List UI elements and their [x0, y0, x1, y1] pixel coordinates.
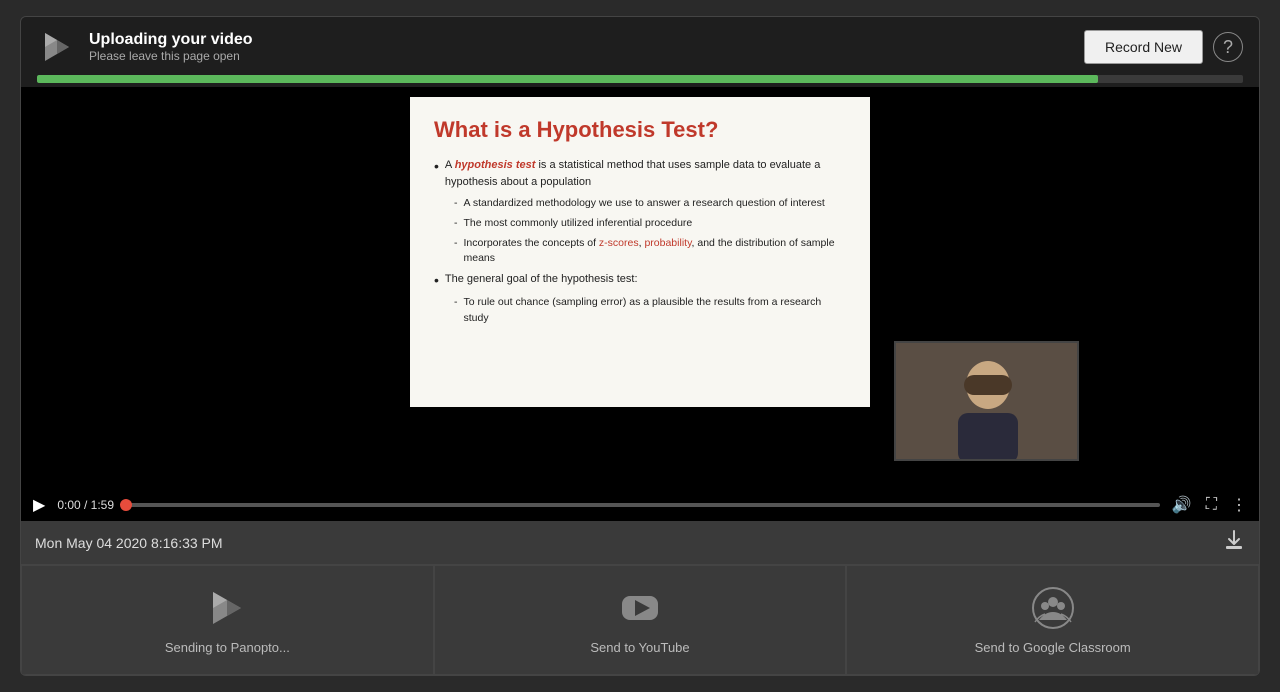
volume-button[interactable]: 🔊 — [1172, 495, 1192, 515]
slide-sub-1: ‐ A standardized methodology we use to a… — [454, 196, 846, 212]
upload-title: Uploading your video — [89, 31, 253, 49]
slide-bullet-1: • A hypothesis test is a statistical met… — [434, 157, 846, 190]
panopto-share-icon — [205, 586, 249, 630]
seek-bar[interactable] — [126, 503, 1160, 507]
slide-container: What is a Hypothesis Test? • A hypothesi… — [410, 97, 870, 407]
fullscreen-button[interactable]: ⛶ — [1206, 496, 1217, 514]
header-left: Uploading your video Please leave this p… — [37, 27, 253, 67]
filename-bar: Mon May 04 2020 8:16:33 PM — [21, 521, 1259, 565]
panopto-label: Sending to Panopto... — [165, 640, 290, 655]
upload-progress-bar — [37, 75, 1243, 83]
download-button[interactable] — [1223, 529, 1245, 557]
header-text: Uploading your video Please leave this p… — [89, 31, 253, 63]
video-controls: ▶ 0:00 / 1:59 🔊 ⛶ ⋮ — [21, 489, 1259, 521]
slide-sub-2: ‐ The most commonly utilized inferential… — [454, 216, 846, 232]
slide-sub-4: ‐ To rule out chance (sampling error) as… — [454, 295, 846, 327]
header: Uploading your video Please leave this p… — [21, 17, 1259, 87]
youtube-label: Send to YouTube — [590, 640, 689, 655]
record-new-button[interactable]: Record New — [1084, 30, 1203, 64]
slide-content: • A hypothesis test is a statistical met… — [434, 157, 846, 327]
google-classroom-label: Send to Google Classroom — [975, 640, 1131, 655]
webcam-person — [896, 343, 1077, 459]
share-card-panopto[interactable]: Sending to Panopto... — [21, 565, 434, 675]
bottom-section: Mon May 04 2020 8:16:33 PM Sending to Pa… — [21, 521, 1259, 675]
share-row: Sending to Panopto... Send to YouTube — [21, 565, 1259, 675]
app-window: Uploading your video Please leave this p… — [20, 16, 1260, 676]
time-display: 0:00 / 1:59 — [57, 498, 114, 512]
play-button[interactable]: ▶ — [33, 495, 45, 515]
control-icons: 🔊 ⛶ ⋮ — [1172, 495, 1247, 515]
slide-title: What is a Hypothesis Test? — [434, 117, 846, 143]
help-icon-button[interactable]: ? — [1213, 32, 1243, 62]
webcam-overlay — [894, 341, 1079, 461]
upload-subtitle: Please leave this page open — [89, 49, 253, 63]
video-area: What is a Hypothesis Test? • A hypothesi… — [21, 87, 1259, 521]
upload-progress-fill — [37, 75, 1098, 83]
download-icon — [1223, 529, 1245, 551]
filename-text: Mon May 04 2020 8:16:33 PM — [35, 535, 1223, 551]
webcam-silhouette — [896, 343, 1079, 461]
slide-sub-3: ‐ Incorporates the concepts of z-scores,… — [454, 236, 846, 268]
header-right: Record New ? — [1084, 30, 1243, 64]
youtube-share-icon — [618, 586, 662, 630]
google-classroom-share-icon — [1031, 586, 1075, 630]
more-options-button[interactable]: ⋮ — [1231, 495, 1247, 515]
slide-bullet-2: • The general goal of the hypothesis tes… — [434, 271, 846, 289]
seek-handle — [120, 499, 132, 511]
share-card-google-classroom[interactable]: Send to Google Classroom — [846, 565, 1259, 675]
share-card-youtube[interactable]: Send to YouTube — [434, 565, 847, 675]
panopto-logo-icon — [37, 27, 77, 67]
